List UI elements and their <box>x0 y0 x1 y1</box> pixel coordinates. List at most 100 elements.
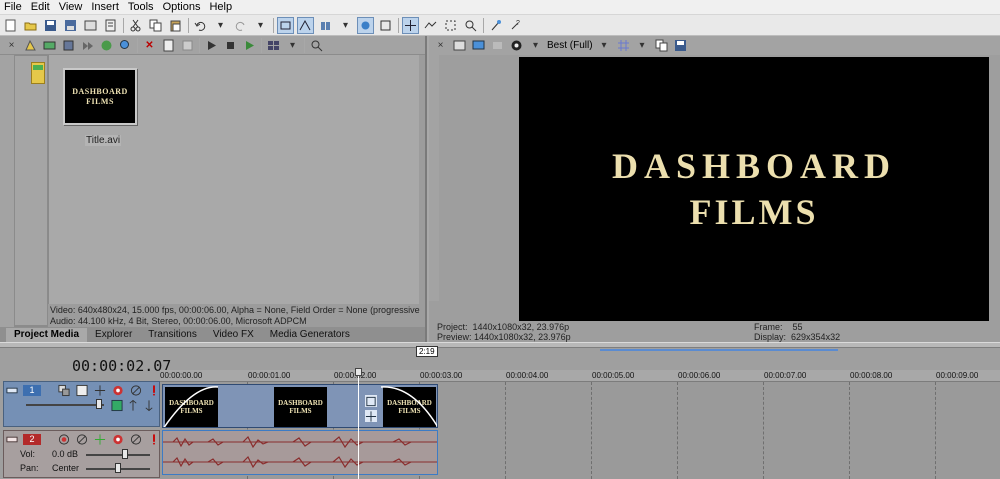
envelope-tool-icon[interactable] <box>423 18 438 33</box>
extract-audio-icon[interactable] <box>80 38 95 53</box>
auto-crossfade-icon[interactable] <box>297 16 314 34</box>
docking-grip[interactable] <box>429 55 439 301</box>
child-track-icon[interactable] <box>143 399 155 411</box>
views-icon[interactable] <box>266 38 281 53</box>
menu-options[interactable]: Options <box>163 1 201 13</box>
video-event-clip[interactable]: DASHBOARD FILMS DASHBOARD FILMS DASHBOAR… <box>162 384 438 428</box>
solo-icon[interactable] <box>148 384 160 396</box>
play-icon[interactable] <box>204 38 219 53</box>
audio-track-header[interactable]: 2 Vol: 0.0 dB Pan: Center <box>3 430 160 478</box>
save-snapshot-icon[interactable] <box>673 38 688 53</box>
normal-edit-tool-icon[interactable] <box>402 16 419 34</box>
help-pointer-icon[interactable] <box>488 18 503 33</box>
selection-tool-icon[interactable] <box>443 18 458 33</box>
properties-icon[interactable] <box>103 18 118 33</box>
close-icon[interactable]: × <box>433 38 448 53</box>
media-file-label[interactable]: Title.avi <box>85 135 122 146</box>
dropdown-icon[interactable]: ▾ <box>285 38 300 53</box>
media-thumbnail[interactable]: DASHBOARD FILMS <box>63 68 137 125</box>
media-bin-icon[interactable] <box>31 62 45 84</box>
video-output-fx-icon[interactable] <box>452 38 467 53</box>
dropdown-icon[interactable]: ▾ <box>253 18 268 33</box>
track-fx-icon[interactable] <box>94 433 106 445</box>
track-motion-icon[interactable] <box>76 384 88 396</box>
whats-this-icon[interactable]: ? <box>508 18 523 33</box>
mute-icon[interactable] <box>130 384 142 396</box>
volume-knob[interactable] <box>122 449 128 459</box>
automation-icon[interactable] <box>112 384 124 396</box>
import-media-icon[interactable] <box>23 38 38 53</box>
event-fx-icon[interactable] <box>365 395 377 407</box>
tab-project-media[interactable]: Project Media <box>6 328 88 342</box>
generated-media-icon[interactable] <box>111 399 123 411</box>
dropdown-icon[interactable]: ▾ <box>597 38 612 53</box>
tab-media-generators[interactable]: Media Generators <box>262 328 358 342</box>
copy-icon[interactable] <box>148 18 163 33</box>
preview-quality-select[interactable]: Best (Full) <box>547 40 593 51</box>
cut-icon[interactable] <box>128 18 143 33</box>
solo-icon[interactable] <box>148 433 160 445</box>
time-ruler[interactable]: 00:00:00.00 00:00:01.00 00:00:02.00 00:0… <box>160 370 1000 382</box>
automation-icon[interactable] <box>112 433 124 445</box>
dropdown-icon[interactable]: ▾ <box>635 38 650 53</box>
media-bins-tree[interactable] <box>14 55 48 326</box>
media-properties-icon[interactable] <box>161 38 176 53</box>
minimize-track-icon[interactable] <box>6 433 18 445</box>
ripple-edit-icon[interactable] <box>318 18 333 33</box>
pan-knob[interactable] <box>115 463 121 473</box>
menu-help[interactable]: Help <box>209 1 232 13</box>
loop-region-bar[interactable] <box>160 348 1000 355</box>
video-track-header[interactable]: 1 <box>3 381 160 427</box>
menu-file[interactable]: File <box>4 1 22 13</box>
playhead-handle[interactable] <box>355 368 362 376</box>
parent-track-icon[interactable] <box>127 399 139 411</box>
event-pan-crop-icon[interactable] <box>365 410 377 422</box>
composite-level-slider[interactable] <box>26 404 104 406</box>
auto-preview-icon[interactable] <box>242 38 257 53</box>
get-media-icon[interactable] <box>61 38 76 53</box>
volume-slider[interactable] <box>86 454 150 456</box>
track-fx-icon[interactable] <box>94 384 106 396</box>
ignore-grouping-icon[interactable] <box>378 18 393 33</box>
open-folder-icon[interactable] <box>23 18 38 33</box>
media-fx-icon[interactable] <box>180 38 195 53</box>
tab-video-fx[interactable]: Video FX <box>205 328 262 342</box>
media-list-area[interactable]: DASHBOARD FILMS Title.avi <box>48 55 419 304</box>
playhead-cursor[interactable] <box>358 368 359 479</box>
copy-snapshot-icon[interactable] <box>654 38 669 53</box>
loop-region[interactable] <box>600 349 838 351</box>
lock-envelopes-icon[interactable] <box>357 16 374 34</box>
render-icon[interactable] <box>83 18 98 33</box>
invert-phase-icon[interactable] <box>76 433 88 445</box>
undo-icon[interactable] <box>193 18 208 33</box>
audio-event-clip[interactable] <box>162 430 438 475</box>
compositing-mode-icon[interactable] <box>58 384 70 396</box>
dropdown-icon[interactable]: ▾ <box>213 18 228 33</box>
save-as-icon[interactable] <box>63 18 78 33</box>
dropdown-icon[interactable]: ▾ <box>528 38 543 53</box>
paste-icon[interactable] <box>168 18 183 33</box>
redo-icon[interactable] <box>233 18 248 33</box>
external-monitor-icon[interactable] <box>471 38 486 53</box>
remove-icon[interactable]: ✕ <box>142 38 157 53</box>
menu-view[interactable]: View <box>59 1 83 13</box>
close-icon[interactable]: × <box>4 38 19 53</box>
tab-transitions[interactable]: Transitions <box>140 328 205 342</box>
media-effects-icon[interactable] <box>99 38 114 53</box>
overlays-icon[interactable] <box>616 38 631 53</box>
menu-insert[interactable]: Insert <box>91 1 119 13</box>
composite-level-knob[interactable] <box>96 399 102 409</box>
zoom-tool-icon[interactable] <box>463 18 478 33</box>
fade-envelope-curves[interactable] <box>163 385 438 428</box>
dropdown-icon[interactable]: ▾ <box>338 18 353 33</box>
preview-settings-icon[interactable] <box>490 38 505 53</box>
docking-grip[interactable] <box>0 55 14 337</box>
capture-video-icon[interactable] <box>42 38 57 53</box>
search-media-icon[interactable] <box>118 38 133 53</box>
snapping-icon[interactable] <box>277 16 294 34</box>
minimize-track-icon[interactable] <box>6 384 18 396</box>
mute-icon[interactable] <box>130 433 142 445</box>
menu-tools[interactable]: Tools <box>128 1 154 13</box>
save-icon[interactable] <box>43 18 58 33</box>
tab-explorer[interactable]: Explorer <box>87 328 140 342</box>
